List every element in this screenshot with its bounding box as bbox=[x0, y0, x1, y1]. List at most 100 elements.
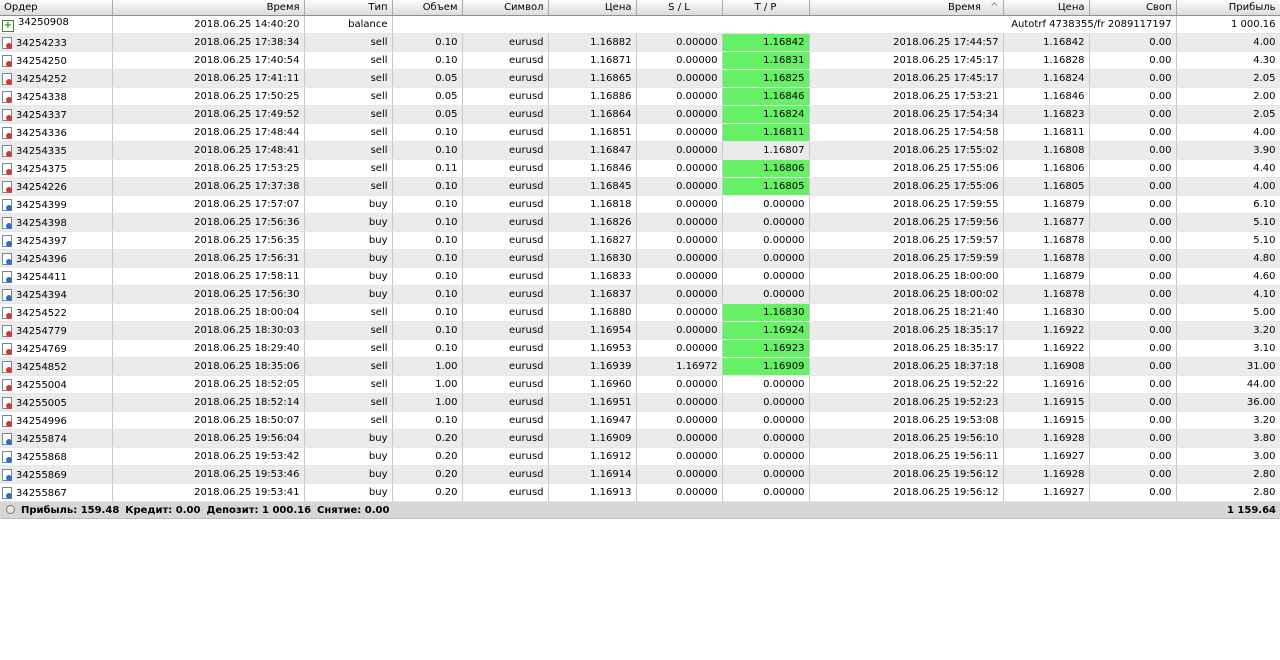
table-row[interactable]: 34254852 2018.06.25 18:35:06 sell 1.00 eurus… bbox=[0, 357, 1280, 376]
table-row[interactable]: 34254337 2018.06.25 17:49:52 sell 0.05 eurus… bbox=[0, 105, 1280, 124]
sort-indicator-icon: ^ bbox=[990, 2, 999, 13]
balance-row[interactable]: +34250908 2018.06.25 14:40:20 balance Au… bbox=[0, 15, 1280, 34]
swap-cell: 0.00 bbox=[1089, 33, 1177, 52]
order-cell: 34254375 bbox=[0, 159, 113, 178]
open-price-cell: 1.16833 bbox=[548, 267, 637, 286]
volume-cell: 0.10 bbox=[392, 285, 463, 304]
table-row[interactable]: 34255867 2018.06.25 19:53:41 buy 0.20 eurusd… bbox=[0, 483, 1280, 502]
symbol-cell: eurusd bbox=[462, 357, 549, 376]
col-header-open-price[interactable]: Цена bbox=[548, 0, 637, 16]
open-time-cell: 2018.06.25 18:52:14 bbox=[112, 393, 305, 412]
table-row[interactable]: 34255004 2018.06.25 18:52:05 sell 1.00 eurus… bbox=[0, 375, 1280, 394]
col-header-sl[interactable]: S / L bbox=[636, 0, 723, 16]
table-row[interactable]: 34254226 2018.06.25 17:37:38 sell 0.10 eurus… bbox=[0, 177, 1280, 196]
swap-cell: 0.00 bbox=[1089, 429, 1177, 448]
volume-cell: 0.10 bbox=[392, 267, 463, 286]
open-time-cell: 2018.06.25 17:41:11 bbox=[112, 69, 305, 88]
type-cell: sell bbox=[304, 51, 393, 70]
close-price-cell: 1.16915 bbox=[1003, 393, 1090, 412]
open-time-cell: 2018.06.25 19:53:46 bbox=[112, 465, 305, 484]
table-row[interactable]: 34254335 2018.06.25 17:48:41 sell 0.10 eurus… bbox=[0, 141, 1280, 160]
volume-cell: 0.10 bbox=[392, 339, 463, 358]
sl-cell: 0.00000 bbox=[636, 321, 723, 340]
table-row[interactable]: 34254398 2018.06.25 17:56:36 buy 0.10 eurusd… bbox=[0, 213, 1280, 232]
summary-withdrawal: Снятие: 0.00 bbox=[317, 504, 390, 516]
volume-cell: 1.00 bbox=[392, 393, 463, 412]
close-price-cell: 1.16805 bbox=[1003, 177, 1090, 196]
table-row[interactable]: 34254233 2018.06.25 17:38:34 sell 0.10 eurus… bbox=[0, 33, 1280, 52]
type-cell: sell bbox=[304, 105, 393, 124]
symbol-cell: eurusd bbox=[462, 447, 549, 466]
symbol-cell: eurusd bbox=[462, 33, 549, 52]
open-price-cell: 1.16864 bbox=[548, 105, 637, 124]
open-price-cell: 1.16837 bbox=[548, 285, 637, 304]
table-row[interactable]: 34254394 2018.06.25 17:56:30 buy 0.10 eurusd… bbox=[0, 285, 1280, 304]
col-header-symbol[interactable]: Символ bbox=[462, 0, 549, 16]
swap-cell: 0.00 bbox=[1089, 321, 1177, 340]
order-cell: 34254336 bbox=[0, 123, 113, 142]
col-header-close-time[interactable]: Время ^ bbox=[809, 0, 1004, 16]
tp-cell: 0.00000 bbox=[722, 231, 810, 250]
close-time-cell: 2018.06.25 17:59:57 bbox=[809, 231, 1004, 250]
close-price-cell: 1.16842 bbox=[1003, 33, 1090, 52]
table-row[interactable]: 34254396 2018.06.25 17:56:31 buy 0.10 eurusd… bbox=[0, 249, 1280, 268]
table-row[interactable]: 34254397 2018.06.25 17:56:35 buy 0.10 eurusd… bbox=[0, 231, 1280, 250]
buy-order-icon bbox=[2, 234, 12, 247]
tp-cell: 0.00000 bbox=[722, 465, 810, 484]
close-price-cell: 1.16806 bbox=[1003, 159, 1090, 178]
table-row[interactable]: 34255874 2018.06.25 19:56:04 buy 0.20 eurusd… bbox=[0, 429, 1280, 448]
swap-cell: 0.00 bbox=[1089, 447, 1177, 466]
table-row[interactable]: 34254996 2018.06.25 18:50:07 sell 0.10 eurus… bbox=[0, 411, 1280, 430]
table-row[interactable]: 34254769 2018.06.25 18:29:40 sell 0.10 eurus… bbox=[0, 339, 1280, 358]
col-header-open-time[interactable]: Время bbox=[112, 0, 305, 16]
table-row[interactable]: 34254522 2018.06.25 18:00:04 sell 0.10 eurus… bbox=[0, 303, 1280, 322]
swap-cell: 0.00 bbox=[1089, 393, 1177, 412]
open-time-cell: 2018.06.25 17:58:11 bbox=[112, 267, 305, 286]
col-header-type[interactable]: Тип bbox=[304, 0, 393, 16]
profit-cell: 3.80 bbox=[1176, 429, 1280, 448]
open-time-cell: 2018.06.25 19:53:42 bbox=[112, 447, 305, 466]
table-row[interactable]: 34254411 2018.06.25 17:58:11 buy 0.10 eurusd… bbox=[0, 267, 1280, 286]
tp-cell: 0.00000 bbox=[722, 267, 810, 286]
symbol-cell: eurusd bbox=[462, 465, 549, 484]
open-time-cell: 2018.06.25 17:48:41 bbox=[112, 141, 305, 160]
close-time-cell: 2018.06.25 19:52:22 bbox=[809, 375, 1004, 394]
col-header-tp[interactable]: T / P bbox=[722, 0, 810, 16]
order-number: 34254397 bbox=[16, 235, 67, 247]
close-price-cell: 1.16922 bbox=[1003, 321, 1090, 340]
col-header-volume[interactable]: Объем bbox=[392, 0, 463, 16]
tp-cell: 0.00000 bbox=[722, 411, 810, 430]
sell-order-icon bbox=[2, 324, 12, 337]
tp-cell: 0.00000 bbox=[722, 249, 810, 268]
table-row[interactable]: 34254336 2018.06.25 17:48:44 sell 0.10 eurus… bbox=[0, 123, 1280, 142]
col-header-order[interactable]: Ордер bbox=[0, 0, 113, 16]
symbol-cell: eurusd bbox=[462, 123, 549, 142]
close-time-cell: 2018.06.25 17:55:06 bbox=[809, 159, 1004, 178]
volume-cell: 0.10 bbox=[392, 231, 463, 250]
table-row[interactable]: 34254375 2018.06.25 17:53:25 sell 0.11 eurus… bbox=[0, 159, 1280, 178]
table-row[interactable]: 34254338 2018.06.25 17:50:25 sell 0.05 eurus… bbox=[0, 87, 1280, 106]
volume-cell: 1.00 bbox=[392, 357, 463, 376]
sl-cell: 0.00000 bbox=[636, 141, 723, 160]
swap-cell: 0.00 bbox=[1089, 267, 1177, 286]
table-row[interactable]: 34255869 2018.06.25 19:53:46 buy 0.20 eurusd… bbox=[0, 465, 1280, 484]
open-price-cell: 1.16845 bbox=[548, 177, 637, 196]
table-row[interactable]: 34255868 2018.06.25 19:53:42 buy 0.20 eurusd… bbox=[0, 447, 1280, 466]
table-row[interactable]: 34254779 2018.06.25 18:30:03 sell 0.10 eurus… bbox=[0, 321, 1280, 340]
table-row[interactable]: 34254250 2018.06.25 17:40:54 sell 0.10 eurus… bbox=[0, 51, 1280, 70]
col-header-close-price[interactable]: Цена bbox=[1003, 0, 1090, 16]
open-price-cell: 1.16951 bbox=[548, 393, 637, 412]
col-header-swap[interactable]: Своп bbox=[1089, 0, 1177, 16]
open-price-cell: 1.16871 bbox=[548, 51, 637, 70]
table-row[interactable]: 34254252 2018.06.25 17:41:11 sell 0.05 eurus… bbox=[0, 69, 1280, 88]
volume-cell: 0.10 bbox=[392, 321, 463, 340]
close-time-cell: 2018.06.25 18:21:40 bbox=[809, 303, 1004, 322]
type-cell: sell bbox=[304, 87, 393, 106]
col-header-profit[interactable]: Прибыль bbox=[1176, 0, 1280, 16]
table-row[interactable]: 34255005 2018.06.25 18:52:14 sell 1.00 eurus… bbox=[0, 393, 1280, 412]
swap-cell: 0.00 bbox=[1089, 303, 1177, 322]
volume-cell: 0.10 bbox=[392, 213, 463, 232]
volume-cell: 0.11 bbox=[392, 159, 463, 178]
open-price-cell: 1.16939 bbox=[548, 357, 637, 376]
table-row[interactable]: 34254399 2018.06.25 17:57:07 buy 0.10 eurusd… bbox=[0, 195, 1280, 214]
